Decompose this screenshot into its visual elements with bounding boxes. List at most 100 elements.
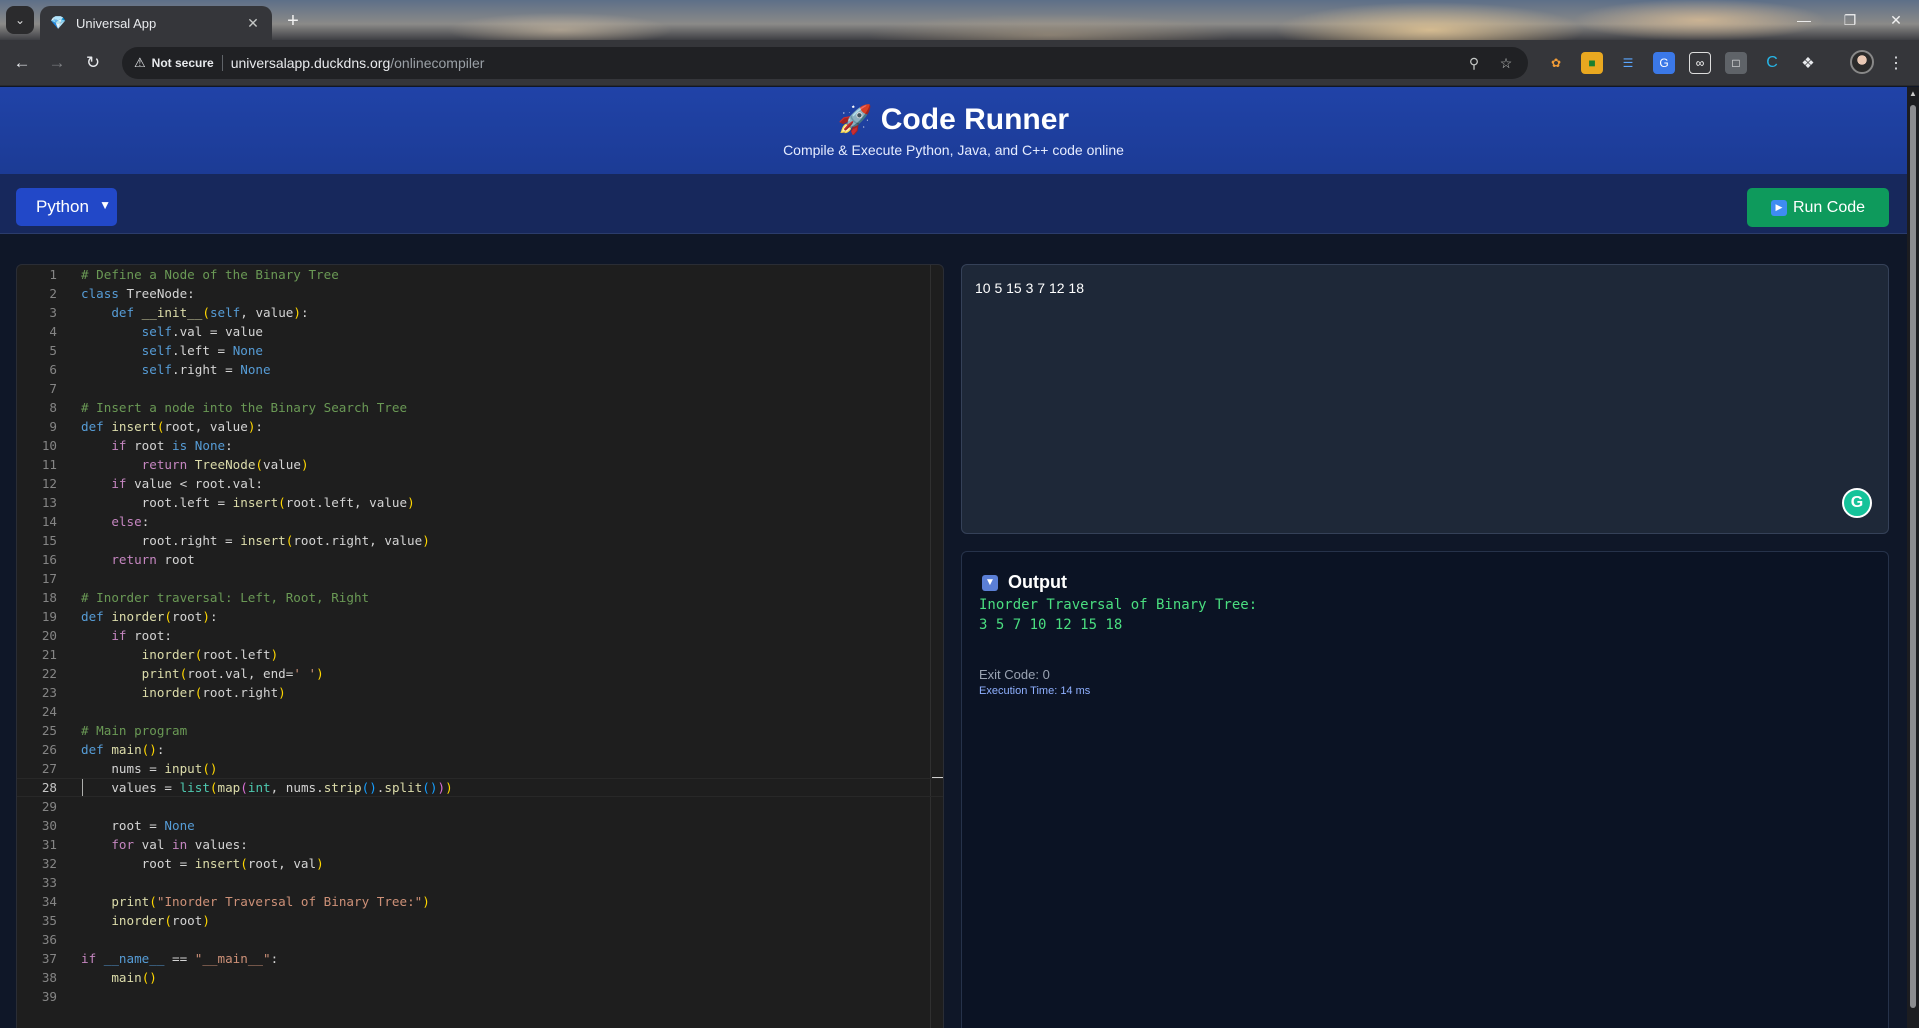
code-line[interactable]: 14 else: — [17, 512, 943, 531]
code-line[interactable]: 10 if root is None: — [17, 436, 943, 455]
line-number: 37 — [41, 951, 57, 966]
output-title: Output — [1008, 572, 1067, 592]
code-line[interactable]: 26 def main(): — [17, 740, 943, 759]
code-line[interactable]: 38 main() — [17, 968, 943, 987]
code-line[interactable]: 23 inorder(root.right) — [17, 683, 943, 702]
extension-sliders-icon[interactable]: ☰ — [1617, 52, 1639, 74]
url-path: /onlinecompiler — [390, 55, 485, 71]
reload-icon[interactable]: ↻ — [79, 49, 107, 77]
code-line[interactable]: 12 if value < root.val: — [17, 474, 943, 493]
code-text: def __init__(self, value): — [111, 305, 309, 320]
line-number: 25 — [41, 723, 57, 738]
code-line[interactable]: 37 if __name__ == "__main__": — [17, 949, 943, 968]
line-number: 9 — [49, 419, 57, 434]
code-line[interactable]: 20 if root: — [17, 626, 943, 645]
code-text: return root — [111, 552, 195, 567]
code-text: nums = input() — [81, 761, 218, 776]
code-line[interactable]: 2 class TreeNode: — [17, 284, 943, 303]
code-line[interactable]: 31 for val in values: — [17, 835, 943, 854]
new-tab-icon[interactable]: + — [280, 8, 306, 34]
code-text: # Define a Node of the Binary Tree — [81, 267, 339, 282]
code-line[interactable]: 27 nums = input() — [17, 759, 943, 778]
minimize-icon[interactable]: — — [1781, 6, 1827, 34]
line-number: 34 — [41, 894, 57, 909]
code-line[interactable]: 8 # Insert a node into the Binary Search … — [17, 398, 943, 417]
code-line[interactable]: 22 print(root.val, end=' ') — [17, 664, 943, 683]
code-line[interactable]: 7 — [17, 379, 943, 398]
window-close-icon[interactable]: ✕ — [1873, 6, 1919, 34]
extension-folder-icon[interactable]: ■ — [1581, 52, 1603, 74]
stdin-input[interactable]: 10 5 15 3 7 12 18 G — [961, 264, 1889, 534]
play-icon: ▶ — [1770, 199, 1787, 216]
text-cursor — [82, 779, 83, 796]
code-line[interactable]: 4 self.val = value — [17, 322, 943, 341]
browser-toolbar: ← → ↻ ⚠ Not secure universalapp.duckdns.… — [0, 40, 1919, 86]
browser-menu-icon[interactable]: ⋮ — [1888, 53, 1904, 73]
code-line[interactable]: 15 root.right = insert(root.right, value… — [17, 531, 943, 550]
scrollbar-thumb[interactable] — [1910, 105, 1916, 1008]
address-bar[interactable]: ⚠ Not secure universalapp.duckdns.org/on… — [122, 47, 1528, 79]
code-line[interactable]: 17 — [17, 569, 943, 588]
code-line[interactable]: 6 self.right = None — [17, 360, 943, 379]
code-line[interactable]: 5 self.left = None — [17, 341, 943, 360]
line-number: 19 — [41, 609, 57, 624]
line-number: 6 — [49, 362, 57, 377]
code-line[interactable]: 36 — [17, 930, 943, 949]
code-line[interactable]: 28 values = list(map(int, nums.strip().s… — [17, 778, 943, 797]
code-line[interactable]: 29 — [17, 797, 943, 816]
page-subtitle: Compile & Execute Python, Java, and C++ … — [783, 142, 1124, 158]
code-line[interactable]: 33 — [17, 873, 943, 892]
extension-c-icon[interactable]: C — [1761, 52, 1783, 74]
page-scrollbar[interactable]: ▲ — [1907, 87, 1919, 1028]
code-line[interactable]: 39 — [17, 987, 943, 1006]
forward-arrow-icon[interactable]: → — [43, 49, 71, 77]
line-number: 26 — [41, 742, 57, 757]
code-line[interactable]: 32 root = insert(root, val) — [17, 854, 943, 873]
code-line[interactable]: 34 print("Inorder Traversal of Binary Tr… — [17, 892, 943, 911]
restore-icon[interactable]: ❐ — [1827, 6, 1873, 34]
run-code-button[interactable]: ▶ Run Code — [1747, 188, 1889, 227]
extension-translate-icon[interactable]: G — [1653, 52, 1675, 74]
zoom-icon[interactable]: ⚲ — [1463, 52, 1485, 74]
bookmark-star-icon[interactable]: ☆ — [1495, 52, 1517, 74]
extensions-puzzle-icon[interactable]: ❖ — [1797, 52, 1819, 74]
scroll-up-icon[interactable]: ▲ — [1909, 89, 1917, 98]
line-number: 5 — [49, 343, 57, 358]
code-line[interactable]: 25 # Main program — [17, 721, 943, 740]
code-line[interactable]: 9 def insert(root, value): — [17, 417, 943, 436]
line-number: 35 — [41, 913, 57, 928]
warning-icon: ⚠ — [134, 55, 146, 70]
grammarly-icon[interactable]: G — [1842, 488, 1872, 518]
code-text: # Inorder traversal: Left, Root, Right — [81, 590, 370, 605]
code-line[interactable]: 18 # Inorder traversal: Left, Root, Right — [17, 588, 943, 607]
code-line[interactable]: 30 root = None — [17, 816, 943, 835]
extension-window-icon[interactable]: □ — [1725, 52, 1747, 74]
code-line[interactable]: 21 inorder(root.left) — [17, 645, 943, 664]
code-line[interactable]: 35 inorder(root) — [17, 911, 943, 930]
extension-cookie-icon[interactable]: ✿ — [1545, 52, 1567, 74]
language-select[interactable]: Python ▼ — [16, 188, 117, 226]
code-line[interactable]: 11 return TreeNode(value) — [17, 455, 943, 474]
url-host: universalapp.duckdns.org — [230, 55, 391, 71]
line-number: 3 — [49, 305, 57, 320]
security-status[interactable]: Not secure — [152, 56, 214, 70]
code-line[interactable]: 13 root.left = insert(root.left, value) — [17, 493, 943, 512]
line-number: 32 — [41, 856, 57, 871]
code-line[interactable]: 3 def __init__(self, value): — [17, 303, 943, 322]
back-arrow-icon[interactable]: ← — [8, 49, 36, 77]
output-line: 3 5 7 10 12 15 18 — [979, 617, 1123, 633]
code-line[interactable]: 19 def inorder(root): — [17, 607, 943, 626]
browser-tab[interactable]: 💎 Universal App ✕ — [40, 6, 272, 40]
extension-glasses-icon[interactable]: ∞ — [1689, 52, 1711, 74]
line-number: 10 — [41, 438, 57, 453]
tab-search-icon[interactable]: ⌄ — [6, 6, 34, 34]
line-number: 18 — [41, 590, 57, 605]
code-editor[interactable]: 1 # Define a Node of the Binary Tree 2 clas… — [16, 264, 944, 1028]
code-line[interactable]: 24 — [17, 702, 943, 721]
code-line[interactable]: 1 # Define a Node of the Binary Tree — [17, 265, 943, 284]
line-number: 21 — [41, 647, 57, 662]
profile-avatar[interactable] — [1850, 50, 1874, 74]
tab-close-icon[interactable]: ✕ — [244, 15, 262, 32]
code-text: inorder(root.left) — [141, 647, 279, 662]
code-line[interactable]: 16 return root — [17, 550, 943, 569]
